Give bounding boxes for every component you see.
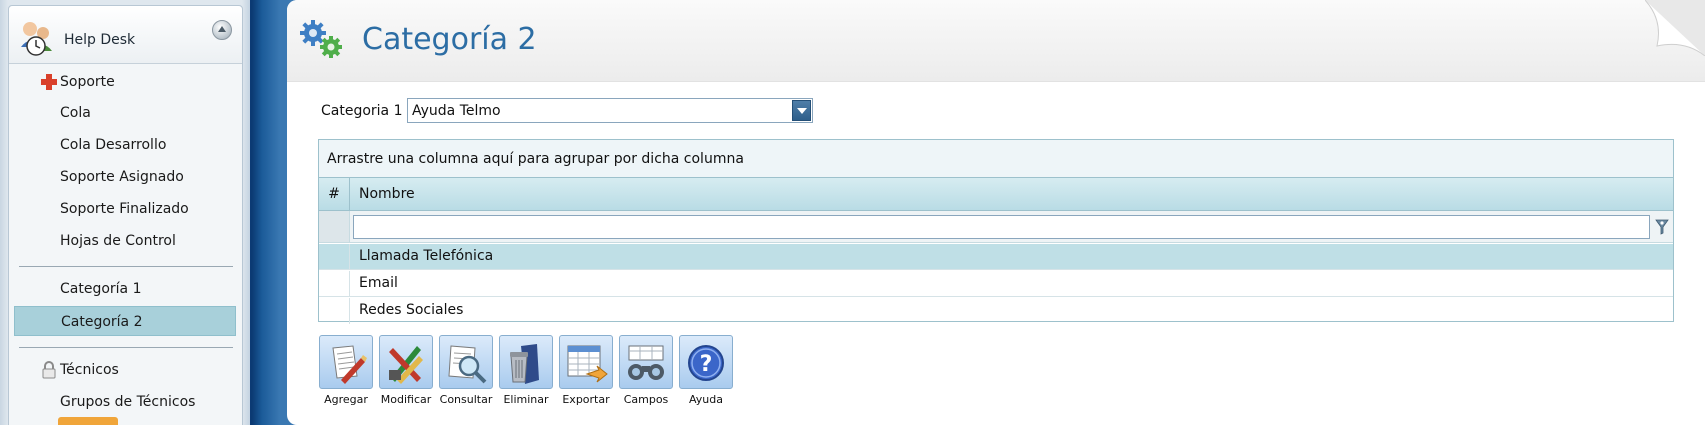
help-desk-logo-icon xyxy=(21,22,52,56)
edit-pencils-icon xyxy=(389,346,423,384)
sidebar-item-label: Soporte Finalizado xyxy=(60,201,189,217)
column-header-number[interactable]: # xyxy=(319,178,350,210)
campos-label: Campos xyxy=(623,393,669,406)
sidebar: Help Desk Soporte Cola Cola Desarrollo S… xyxy=(0,0,250,425)
categoria-1-select[interactable]: Ayuda Telmo xyxy=(407,98,813,123)
agregar-label: Agregar xyxy=(324,393,368,406)
sidebar-panel: Help Desk Soporte Cola Cola Desarrollo S… xyxy=(8,5,243,425)
chevron-down-icon[interactable] xyxy=(792,100,811,121)
filter-funnel-icon[interactable] xyxy=(1655,219,1669,235)
sidebar-item-label: Técnicos xyxy=(60,362,119,378)
filter-row-cell xyxy=(319,211,350,242)
column-header-nombre[interactable]: Nombre xyxy=(359,178,415,210)
table-row[interactable]: Redes Sociales xyxy=(319,298,1673,324)
sidebar-item-soporte-asignado[interactable]: Soporte Asignado xyxy=(14,162,236,192)
categoria-1-selected-value: Ayuda Telmo xyxy=(412,103,501,119)
consultar-button[interactable]: Consultar xyxy=(438,335,494,406)
group-by-drop-area[interactable]: Arrastre una columna aquí para agrupar p… xyxy=(319,140,1673,178)
main-panel: Categoría 2 Categoria 1 Ayuda Telmo Arra… xyxy=(287,0,1705,425)
sidebar-item-label: Categoría 1 xyxy=(60,281,142,297)
row-nombre: Llamada Telefónica xyxy=(359,248,494,264)
row-nombre: Email xyxy=(359,275,398,291)
sidebar-title: Help Desk xyxy=(64,32,136,48)
sidebar-item-label: Cola Desarrollo xyxy=(60,137,167,153)
grid-header: # Nombre xyxy=(319,178,1673,211)
row-indicator-cell xyxy=(319,298,350,324)
gears-icon xyxy=(300,20,342,58)
ayuda-label: Ayuda xyxy=(689,393,723,406)
campos-button[interactable]: Campos xyxy=(618,335,674,406)
sidebar-item-categoria-1[interactable]: Categoría 1 xyxy=(14,274,236,304)
add-document-icon xyxy=(332,345,367,384)
sidebar-item-label: Hojas de Control xyxy=(60,233,176,249)
sidebar-item-soporte[interactable]: Soporte xyxy=(14,67,236,97)
row-indicator-cell xyxy=(319,244,350,270)
row-nombre: Redes Sociales xyxy=(359,302,464,318)
lock-icon xyxy=(42,361,56,379)
sidebar-item-label: Categoría 2 xyxy=(61,314,143,330)
help-question-icon: ? xyxy=(688,345,724,381)
categorias-grid: Arrastre una columna aquí para agrupar p… xyxy=(318,139,1674,324)
eliminar-button[interactable]: Eliminar xyxy=(498,335,554,406)
eliminar-label: Eliminar xyxy=(503,393,549,406)
sidebar-header: Help Desk xyxy=(9,6,242,64)
table-row[interactable]: Email xyxy=(319,271,1673,297)
ayuda-button[interactable]: ? Ayuda xyxy=(678,335,734,406)
modificar-label: Modificar xyxy=(380,393,432,406)
red-cross-icon xyxy=(41,74,57,90)
trash-bin-icon xyxy=(510,344,539,384)
exportar-label: Exportar xyxy=(562,393,610,406)
sidebar-item-tecnicos[interactable]: Técnicos xyxy=(14,355,236,385)
modificar-button[interactable]: Modificar xyxy=(378,335,434,406)
sidebar-scroll-indicator xyxy=(58,417,118,425)
consultar-label: Consultar xyxy=(439,393,493,406)
page-header: Categoría 2 xyxy=(287,0,1705,82)
grid-filter-row xyxy=(319,211,1673,243)
sidebar-divider xyxy=(19,347,233,348)
agregar-button[interactable]: Agregar xyxy=(318,335,374,406)
nombre-filter-input[interactable] xyxy=(353,215,1650,239)
sidebar-item-cola[interactable]: Cola xyxy=(14,98,236,128)
row-indicator-cell xyxy=(319,271,350,297)
sidebar-item-label: Cola xyxy=(60,105,91,121)
sidebar-item-label: Soporte Asignado xyxy=(60,169,184,185)
exportar-button[interactable]: Exportar xyxy=(558,335,614,406)
export-spreadsheet-icon xyxy=(567,345,608,383)
sidebar-item-grupos-de-tecnicos[interactable]: Grupos de Técnicos xyxy=(14,387,236,417)
sidebar-item-soporte-finalizado[interactable]: Soporte Finalizado xyxy=(14,194,236,224)
categoria-1-label: Categoria 1 xyxy=(321,103,403,119)
page-title: Categoría 2 xyxy=(362,22,537,57)
sidebar-divider xyxy=(19,266,233,267)
table-row[interactable]: Llamada Telefónica xyxy=(319,244,1673,270)
binoculars-icon xyxy=(628,345,664,380)
collapse-up-icon[interactable] xyxy=(212,20,232,40)
sidebar-item-label: Soporte xyxy=(60,74,115,90)
svg-text:?: ? xyxy=(700,352,713,377)
sidebar-item-hojas-de-control[interactable]: Hojas de Control xyxy=(14,226,236,256)
sidebar-item-cola-desarrollo[interactable]: Cola Desarrollo xyxy=(14,130,236,160)
magnifier-document-icon xyxy=(448,345,487,384)
sidebar-item-label: Grupos de Técnicos xyxy=(60,394,196,410)
sidebar-item-categoria-2[interactable]: Categoría 2 xyxy=(14,306,236,336)
page-curl-decoration xyxy=(1645,0,1705,56)
